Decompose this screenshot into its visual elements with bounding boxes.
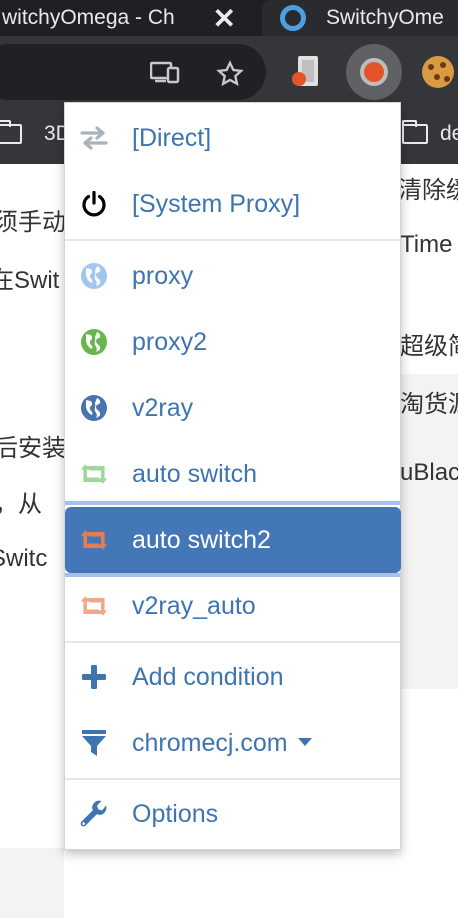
menu-item-label: proxy2 [132,327,208,356]
menu-item-label: chromecj.com [132,729,312,758]
menu-item-auto-switch2[interactable]: auto switch2 [65,507,401,573]
tab-switchyomega-options[interactable]: witchyOmega - Ch ✕ [0,0,250,36]
menu-item-label: v2ray [132,393,194,422]
page-text: 在Swit [0,267,60,294]
browser-toolbar [0,36,458,108]
retweet-icon [79,459,109,489]
menu-item-proxy2[interactable]: proxy2 [65,309,400,375]
menu-item-label: Add condition [132,662,284,691]
menu-item-direct[interactable]: [Direct] [65,105,400,171]
page-text: 清除缓 [398,177,458,204]
menu-divider [65,239,400,241]
menu-item-label: auto switch [132,459,258,488]
page-text: 淘货源 [400,391,458,418]
code-block [400,374,458,689]
page-text: ，从 [0,491,42,518]
star-icon[interactable] [216,60,244,88]
switchyomega-extension-button[interactable] [346,44,402,100]
switchyomega-popup-menu: [Direct] [System Proxy] proxy proxy2 v2r… [64,102,401,850]
menu-item-label: [System Proxy] [132,189,301,218]
menu-item-label: v2ray_auto [132,591,256,620]
tab-title: witchyOmega - Ch [2,6,175,29]
omega-status-icon [360,58,388,86]
direct-arrows-icon [79,123,109,153]
menu-divider [65,641,400,643]
tab-close-icon[interactable]: ✕ [213,2,236,35]
plus-icon [79,662,109,692]
menu-item-label: proxy [132,261,194,290]
bookmark-label: de [440,122,458,145]
address-bar[interactable] [0,44,266,100]
office-extension-icon[interactable] [290,56,324,90]
menu-item-system-proxy[interactable]: [System Proxy] [65,171,400,237]
bookmark-folder-3d[interactable]: 3D [0,120,71,146]
menu-item-label: [Direct] [132,123,212,152]
tab-strip: witchyOmega - Ch ✕ SwitchyOme [0,0,458,36]
globe-icon [79,261,109,291]
retweet-icon [79,591,109,621]
menu-item-label: auto switch2 [132,525,271,554]
retweet-icon [79,525,109,555]
filter-icon [79,728,109,758]
wrench-icon [79,799,109,829]
menu-item-auto-switch[interactable]: auto switch [65,441,400,507]
globe-icon [79,393,109,423]
menu-item-v2ray-auto[interactable]: v2ray_auto [65,573,400,639]
tab-switchyomega[interactable]: SwitchyOme [262,0,458,36]
cookie-extension-icon[interactable] [422,56,454,88]
menu-divider [65,778,400,780]
folder-icon [0,120,22,144]
bookmark-folder-de[interactable]: de [402,120,458,146]
menu-item-label: Options [132,799,219,828]
globe-icon [79,327,109,357]
code-block [0,848,64,918]
folder-icon [402,120,428,144]
cast-icon[interactable] [150,60,180,84]
menu-item-proxy[interactable]: proxy [65,243,400,309]
page-text: 后安装 [0,435,66,462]
power-icon [79,189,109,219]
page-text: uBlac [400,459,458,486]
page-text: Switc [0,545,48,572]
page-text: 超级简 [400,333,458,360]
menu-item-v2ray[interactable]: v2ray [65,375,400,441]
page-text: Time [400,231,453,258]
caret-down-icon[interactable] [297,737,312,746]
switchyomega-favicon-icon [280,5,306,31]
page-text: 须手动 [0,209,66,236]
menu-item-add-condition[interactable]: Add condition [65,644,400,710]
selection-border [65,501,400,505]
tab-title: SwitchyOme [326,6,444,29]
menu-item-options[interactable]: Options [65,781,400,847]
menu-item-current-domain[interactable]: chromecj.com [65,710,400,776]
